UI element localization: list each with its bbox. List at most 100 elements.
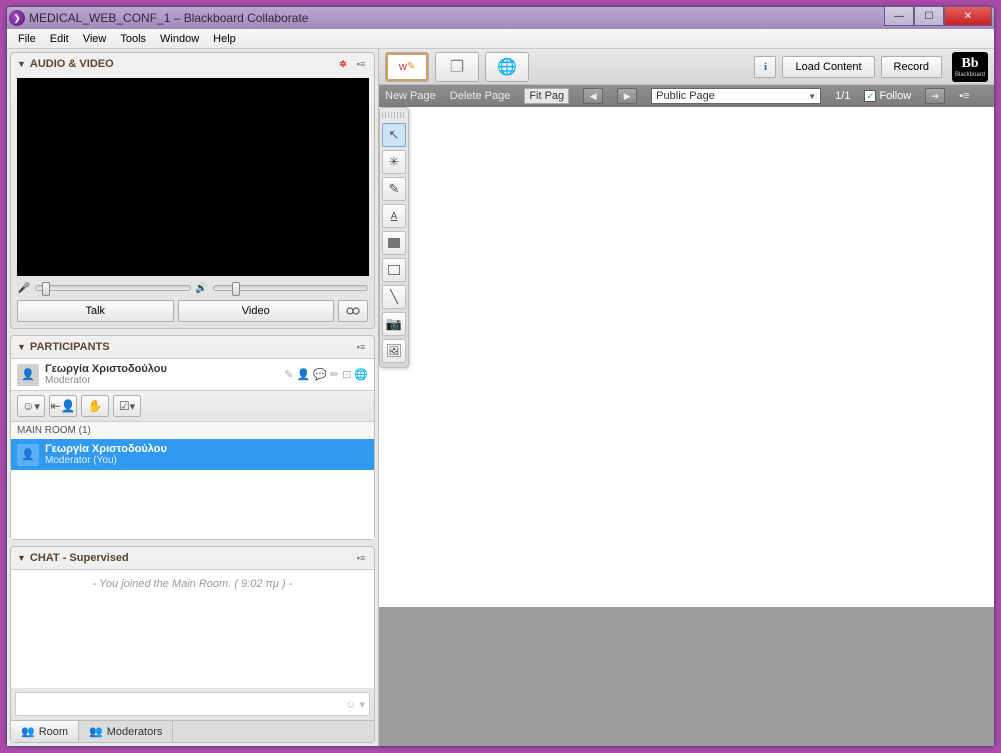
menubar: File Edit View Tools Window Help — [7, 29, 994, 49]
mode-toolbar: w✎ ❐ 🌐 i Load Content Record BbBlackboar… — [379, 49, 994, 85]
nav-arrow-button[interactable]: ➔ — [925, 88, 945, 104]
minimize-button[interactable]: — — [884, 6, 914, 26]
raise-hand-button[interactable]: ✋ — [81, 395, 109, 417]
collapse-icon: ▼ — [17, 553, 26, 563]
participant-name: Γεωργία Χριστοδούλου — [45, 363, 167, 375]
poll-button[interactable]: ☑▾ — [113, 395, 141, 417]
perm-icon: 💬 — [313, 368, 327, 381]
page-menu-icon[interactable]: ▪≡ — [959, 90, 969, 102]
app-window: ❯ MEDICAL_WEB_CONF_1 – Blackboard Collab… — [6, 6, 995, 747]
empty-rect-tool[interactable] — [382, 258, 406, 282]
info-button[interactable]: i — [754, 56, 776, 78]
preview-button[interactable] — [338, 300, 368, 322]
menu-file[interactable]: File — [11, 31, 43, 47]
record-button[interactable]: Record — [881, 56, 942, 78]
blackboard-logo: BbBlackboard — [952, 52, 988, 82]
room-label: MAIN ROOM (1) — [11, 422, 374, 439]
checkbox-icon: ✓ — [864, 90, 876, 102]
follow-toggle[interactable]: ✓Follow — [864, 90, 911, 102]
chat-input[interactable]: ☺ ▾ — [15, 692, 370, 716]
people-icon: 👥 — [89, 725, 103, 738]
perm-icon: 👤 — [296, 368, 310, 381]
prev-page-button[interactable]: ◀ — [583, 88, 603, 104]
chat-tab-room[interactable]: 👥Room — [11, 721, 79, 742]
audio-video-header[interactable]: ▼ AUDIO & VIDEO ✲ ▪≡ — [11, 53, 374, 75]
av-menu-icon[interactable]: ▪≡ — [354, 57, 368, 71]
chat-tab-moderators[interactable]: 👥Moderators — [79, 721, 173, 742]
menu-help[interactable]: Help — [206, 31, 243, 47]
right-panel: w✎ ❐ 🌐 i Load Content Record BbBlackboar… — [379, 49, 994, 746]
participant-self-row: 👤 Γεωργία Χριστοδούλου Moderator ✎ 👤 💬 ✏… — [11, 359, 374, 390]
titlebar[interactable]: ❯ MEDICAL_WEB_CONF_1 – Blackboard Collab… — [7, 7, 994, 29]
screenshot-tool[interactable]: 📷 — [382, 312, 406, 336]
text-tool[interactable]: A — [382, 204, 406, 228]
menu-window[interactable]: Window — [153, 31, 206, 47]
step-away-button[interactable]: ⇤👤 — [49, 395, 77, 417]
speaker-icon: 🔊 — [195, 281, 209, 295]
fit-page-button[interactable]: Fit Pag — [524, 88, 569, 104]
talk-button[interactable]: Talk — [17, 300, 174, 322]
audio-video-panel: ▼ AUDIO & VIDEO ✲ ▪≡ 🎤 🔊 Talk Video — [10, 52, 375, 329]
clipart-tool[interactable]: 🖼 — [382, 339, 406, 363]
avatar-icon: 👤 — [17, 444, 39, 466]
perm-icon: ⊡ — [342, 368, 351, 381]
line-tool[interactable]: ╲ — [382, 285, 406, 309]
new-page-button[interactable]: New Page — [385, 90, 436, 102]
emote-button[interactable]: ☺▾ — [17, 395, 45, 417]
chat-header[interactable]: ▼ CHAT - Supervised ▪≡ — [11, 547, 374, 569]
avatar-icon: 👤 — [17, 364, 39, 386]
menu-view[interactable]: View — [76, 31, 114, 47]
room-participant-row[interactable]: 👤 Γεωργία Χριστοδούλου Moderator (You) — [11, 439, 374, 470]
pen-tool[interactable]: ✎ — [382, 177, 406, 201]
page-toolbar: New Page Delete Page Fit Pag ◀ ▶ Public … — [379, 85, 994, 107]
select-tool[interactable]: ↖ — [382, 123, 406, 147]
participant-role: Moderator (You) — [45, 455, 167, 466]
permission-icons: ✎ 👤 💬 ✏ ⊡ 🌐 — [284, 368, 368, 381]
tool-palette[interactable]: ↖ ✳ ✎ A ╲ 📷 🖼 — [379, 107, 409, 368]
speaker-slider[interactable] — [213, 285, 369, 291]
video-button[interactable]: Video — [178, 300, 335, 322]
window-title: MEDICAL_WEB_CONF_1 – Blackboard Collabor… — [29, 11, 992, 25]
close-button[interactable]: ✕ — [944, 6, 992, 26]
delete-page-button[interactable]: Delete Page — [450, 90, 511, 102]
page-select[interactable]: Public Page▼ — [651, 88, 821, 104]
pointer-tool[interactable]: ✳ — [382, 150, 406, 174]
mic-slider[interactable] — [35, 285, 191, 291]
perm-icon: ✏ — [330, 368, 339, 381]
participants-panel: ▼ PARTICIPANTS ▪≡ 👤 Γεωργία Χριστοδούλου… — [10, 335, 375, 540]
chat-title: CHAT - Supervised — [30, 552, 129, 564]
people-icon: 👥 — [21, 725, 35, 738]
app-icon: ❯ — [9, 10, 25, 26]
whiteboard-canvas[interactable] — [379, 107, 994, 607]
av-options-icon[interactable]: ✲ — [336, 57, 350, 71]
mic-icon: 🎤 — [17, 281, 31, 295]
video-display — [17, 78, 369, 276]
participant-name: Γεωργία Χριστοδούλου — [45, 443, 167, 455]
webtour-mode-button[interactable]: 🌐 — [485, 52, 529, 82]
menu-tools[interactable]: Tools — [113, 31, 153, 47]
chat-body: - You joined the Main Room. ( 9:02 πμ ) … — [11, 569, 374, 688]
chat-menu-icon[interactable]: ▪≡ — [354, 551, 368, 565]
content-area: ▼ AUDIO & VIDEO ✲ ▪≡ 🎤 🔊 Talk Video — [7, 49, 994, 746]
collapse-icon: ▼ — [17, 342, 26, 352]
load-content-button[interactable]: Load Content — [782, 56, 874, 78]
whiteboard-mode-button[interactable]: w✎ — [385, 52, 429, 82]
collapse-icon: ▼ — [17, 59, 26, 69]
whiteboard-area: ↖ ✳ ✎ A ╲ 📷 🖼 — [379, 107, 994, 746]
maximize-button[interactable]: ☐ — [914, 6, 944, 26]
next-page-button[interactable]: ▶ — [617, 88, 637, 104]
filled-rect-tool[interactable] — [382, 231, 406, 255]
menu-edit[interactable]: Edit — [43, 31, 76, 47]
palette-grip[interactable] — [382, 112, 406, 118]
left-panel: ▼ AUDIO & VIDEO ✲ ▪≡ 🎤 🔊 Talk Video — [7, 49, 379, 746]
participant-toolbar: ☺▾ ⇤👤 ✋ ☑▾ — [11, 390, 374, 422]
audio-video-title: AUDIO & VIDEO — [30, 58, 114, 70]
emoticon-icon[interactable]: ☺ ▾ — [345, 698, 365, 711]
appshare-mode-button[interactable]: ❐ — [435, 52, 479, 82]
perm-icon: 🌐 — [354, 368, 368, 381]
chat-panel: ▼ CHAT - Supervised ▪≡ - You joined the … — [10, 546, 375, 743]
participants-menu-icon[interactable]: ▪≡ — [354, 340, 368, 354]
room-list: 👤 Γεωργία Χριστοδούλου Moderator (You) — [11, 439, 374, 539]
participant-role: Moderator — [45, 375, 167, 386]
participants-header[interactable]: ▼ PARTICIPANTS ▪≡ — [11, 336, 374, 358]
